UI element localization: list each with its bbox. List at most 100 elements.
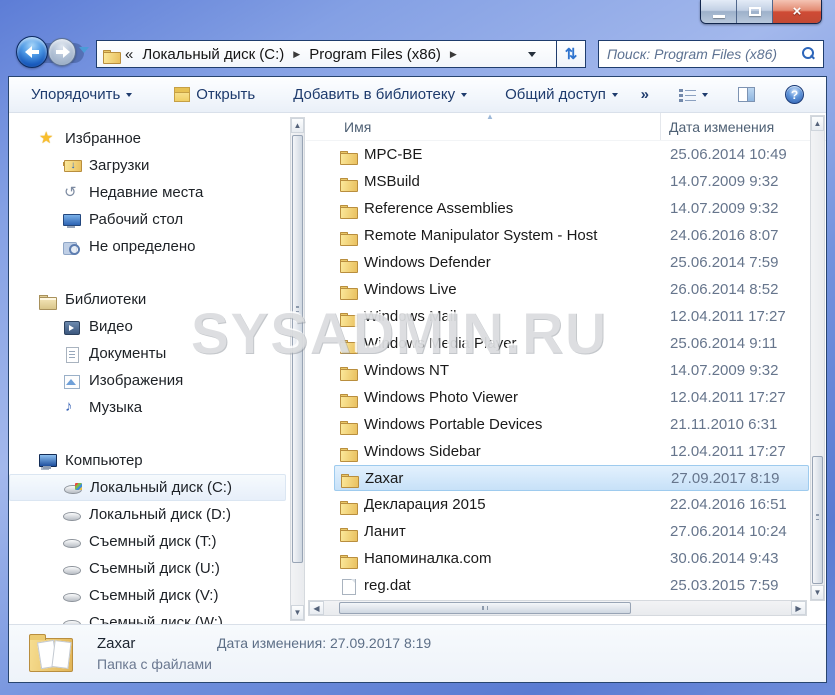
breadcrumb: Локальный диск (C:) ▶ Program Files (x86…	[139, 44, 463, 65]
add-to-library-button[interactable]: Добавить в библиотеку	[285, 82, 475, 107]
scroll-down-icon[interactable]: ▼	[811, 585, 824, 600]
table-row[interactable]: Windows Photo Viewer 12.04.2011 17:27	[334, 384, 809, 411]
file-type-icon	[340, 201, 358, 217]
sidebar-item[interactable]: Изображения	[9, 367, 306, 394]
scroll-left-icon[interactable]: ◀	[309, 601, 324, 615]
back-button[interactable]	[16, 36, 48, 68]
help-button[interactable]: ?	[777, 81, 812, 108]
table-row[interactable]: Zaxar 27.09.2017 8:19	[334, 465, 809, 491]
list-horizontal-scrollbar[interactable]: ◀ ▶	[308, 600, 807, 616]
forward-button[interactable]	[48, 38, 76, 66]
file-date: 14.07.2009 9:32	[670, 173, 778, 190]
breadcrumb-item[interactable]: Program Files (x86) ▶	[306, 44, 463, 65]
close-button[interactable]: ×	[773, 0, 821, 23]
table-row[interactable]: reg.dat 25.03.2015 7:59	[334, 572, 809, 599]
recent-pages-dropdown-icon[interactable]	[79, 47, 89, 53]
sidebar-item[interactable]: Съемный диск (T:)	[9, 528, 306, 555]
sidebar-item[interactable]: Локальный диск (C:)	[9, 474, 286, 501]
table-row[interactable]: Reference Assemblies 14.07.2009 9:32	[334, 195, 809, 222]
file-type-icon	[340, 417, 358, 433]
organize-button[interactable]: Упорядочить	[23, 82, 140, 107]
refresh-button[interactable]: ⇅	[556, 40, 586, 68]
sidebar-item[interactable]	[9, 421, 306, 447]
file-type-icon	[340, 390, 358, 406]
sidebar-item[interactable]: Рабочий стол	[9, 206, 306, 233]
file-name: Windows Sidebar	[364, 443, 670, 460]
sidebar-item-icon	[64, 480, 82, 496]
change-view-button[interactable]	[671, 84, 716, 106]
list-vertical-scrollbar[interactable]: ▲ ▼	[810, 115, 825, 601]
sidebar-item[interactable]: Съемный диск (W:)	[9, 609, 306, 624]
table-row[interactable]: Windows NT 14.07.2009 9:32	[334, 357, 809, 384]
sidebar-item[interactable]: Локальный диск (D:)	[9, 501, 306, 528]
file-date: 12.04.2011 17:27	[670, 308, 786, 325]
sidebar-item[interactable]: Недавние места	[9, 179, 306, 206]
sidebar-item[interactable]: Видео	[9, 313, 306, 340]
sidebar-item-icon	[39, 453, 57, 469]
sidebar-item[interactable]: Съемный диск (V:)	[9, 582, 306, 609]
table-row[interactable]: MPC-BE 25.06.2014 10:49	[334, 141, 809, 168]
table-row[interactable]: Windows Portable Devices 21.11.2010 6:31	[334, 411, 809, 438]
sidebar-scrollbar[interactable]: ▲ ▼	[290, 117, 305, 621]
scroll-down-icon[interactable]: ▼	[291, 605, 304, 620]
scroll-up-icon[interactable]: ▲	[291, 118, 304, 133]
chevron-down-icon	[612, 93, 618, 97]
file-name: Windows NT	[364, 362, 670, 379]
breadcrumb-separator-icon[interactable]: ▶	[444, 49, 463, 60]
sidebar-item-label: Избранное	[65, 130, 141, 147]
sidebar-item[interactable]: Избранное	[9, 125, 306, 152]
sidebar-item[interactable]: Музыка	[9, 394, 306, 421]
scroll-right-icon[interactable]: ▶	[791, 601, 806, 615]
table-row[interactable]: MSBuild 14.07.2009 9:32	[334, 168, 809, 195]
file-type-icon	[340, 147, 358, 163]
scrollbar-thumb[interactable]	[292, 135, 303, 563]
sidebar-item[interactable]: Не определено	[9, 233, 306, 260]
sidebar-item[interactable]: Библиотеки	[9, 286, 306, 313]
scrollbar-thumb[interactable]	[812, 456, 823, 584]
sidebar-item[interactable]	[9, 260, 306, 286]
file-date: 14.07.2009 9:32	[670, 362, 778, 379]
table-row[interactable]: Windows Defender 25.06.2014 7:59	[334, 249, 809, 276]
maximize-button[interactable]	[737, 0, 773, 23]
address-dropdown-button[interactable]	[522, 41, 542, 67]
window-controls: ×	[700, 0, 822, 24]
table-row[interactable]: Remote Manipulator System - Host 24.06.2…	[334, 222, 809, 249]
details-date: Дата изменения: 27.09.2017 8:19	[217, 635, 431, 651]
breadcrumb-separator-icon[interactable]: ▶	[287, 49, 306, 60]
table-row[interactable]: Windows Sidebar 12.04.2011 17:27	[334, 438, 809, 465]
table-row[interactable]: Напоминалка.com 30.06.2014 9:43	[334, 545, 809, 572]
back-arrow-icon	[25, 47, 40, 57]
sidebar-item[interactable]: Съемный диск (U:)	[9, 555, 306, 582]
column-header-name[interactable]: Имя	[306, 119, 660, 135]
sidebar-item-label: Съемный диск (T:)	[89, 533, 217, 550]
scroll-up-icon[interactable]: ▲	[811, 116, 824, 131]
table-row[interactable]: Ланит 27.06.2014 10:24	[334, 518, 809, 545]
sidebar-item-icon	[63, 561, 81, 577]
column-header-date[interactable]: Дата изменения	[660, 113, 826, 140]
scrollbar-thumb[interactable]	[339, 602, 631, 614]
more-commands-button[interactable]: »	[633, 82, 657, 107]
navigation-bar: « Локальный диск (C:) ▶ Program Files (x…	[8, 32, 827, 76]
sidebar-item[interactable]: Документы	[9, 340, 306, 367]
minimize-button[interactable]	[701, 0, 737, 23]
table-row[interactable]: Windows Live 26.06.2014 8:52	[334, 276, 809, 303]
address-bar[interactable]: « Локальный диск (C:) ▶ Program Files (x…	[96, 40, 556, 68]
breadcrumb-overflow[interactable]: «	[125, 46, 133, 63]
refresh-icon: ⇅	[565, 45, 578, 63]
file-date: 26.06.2014 8:52	[670, 281, 778, 298]
table-row[interactable]: Windows Media Player 25.06.2014 9:11	[334, 330, 809, 357]
column-headers: ▲ Имя Дата изменения	[306, 113, 826, 141]
sidebar-item[interactable]: Загрузки	[9, 152, 306, 179]
search-input[interactable]	[607, 46, 801, 62]
file-name: Windows Live	[364, 281, 670, 298]
sidebar-item[interactable]: Компьютер	[9, 447, 306, 474]
table-row[interactable]: Windows Mail 12.04.2011 17:27	[334, 303, 809, 330]
preview-pane-button[interactable]	[730, 83, 763, 106]
sidebar-item-icon	[63, 588, 81, 604]
breadcrumb-item[interactable]: Локальный диск (C:) ▶	[139, 44, 306, 65]
file-type-icon	[340, 497, 358, 513]
share-button[interactable]: Общий доступ	[497, 82, 626, 107]
table-row[interactable]: Декларация 2015 22.04.2016 16:51	[334, 491, 809, 518]
search-icon[interactable]	[801, 47, 815, 61]
open-button[interactable]: Открыть	[166, 82, 263, 107]
